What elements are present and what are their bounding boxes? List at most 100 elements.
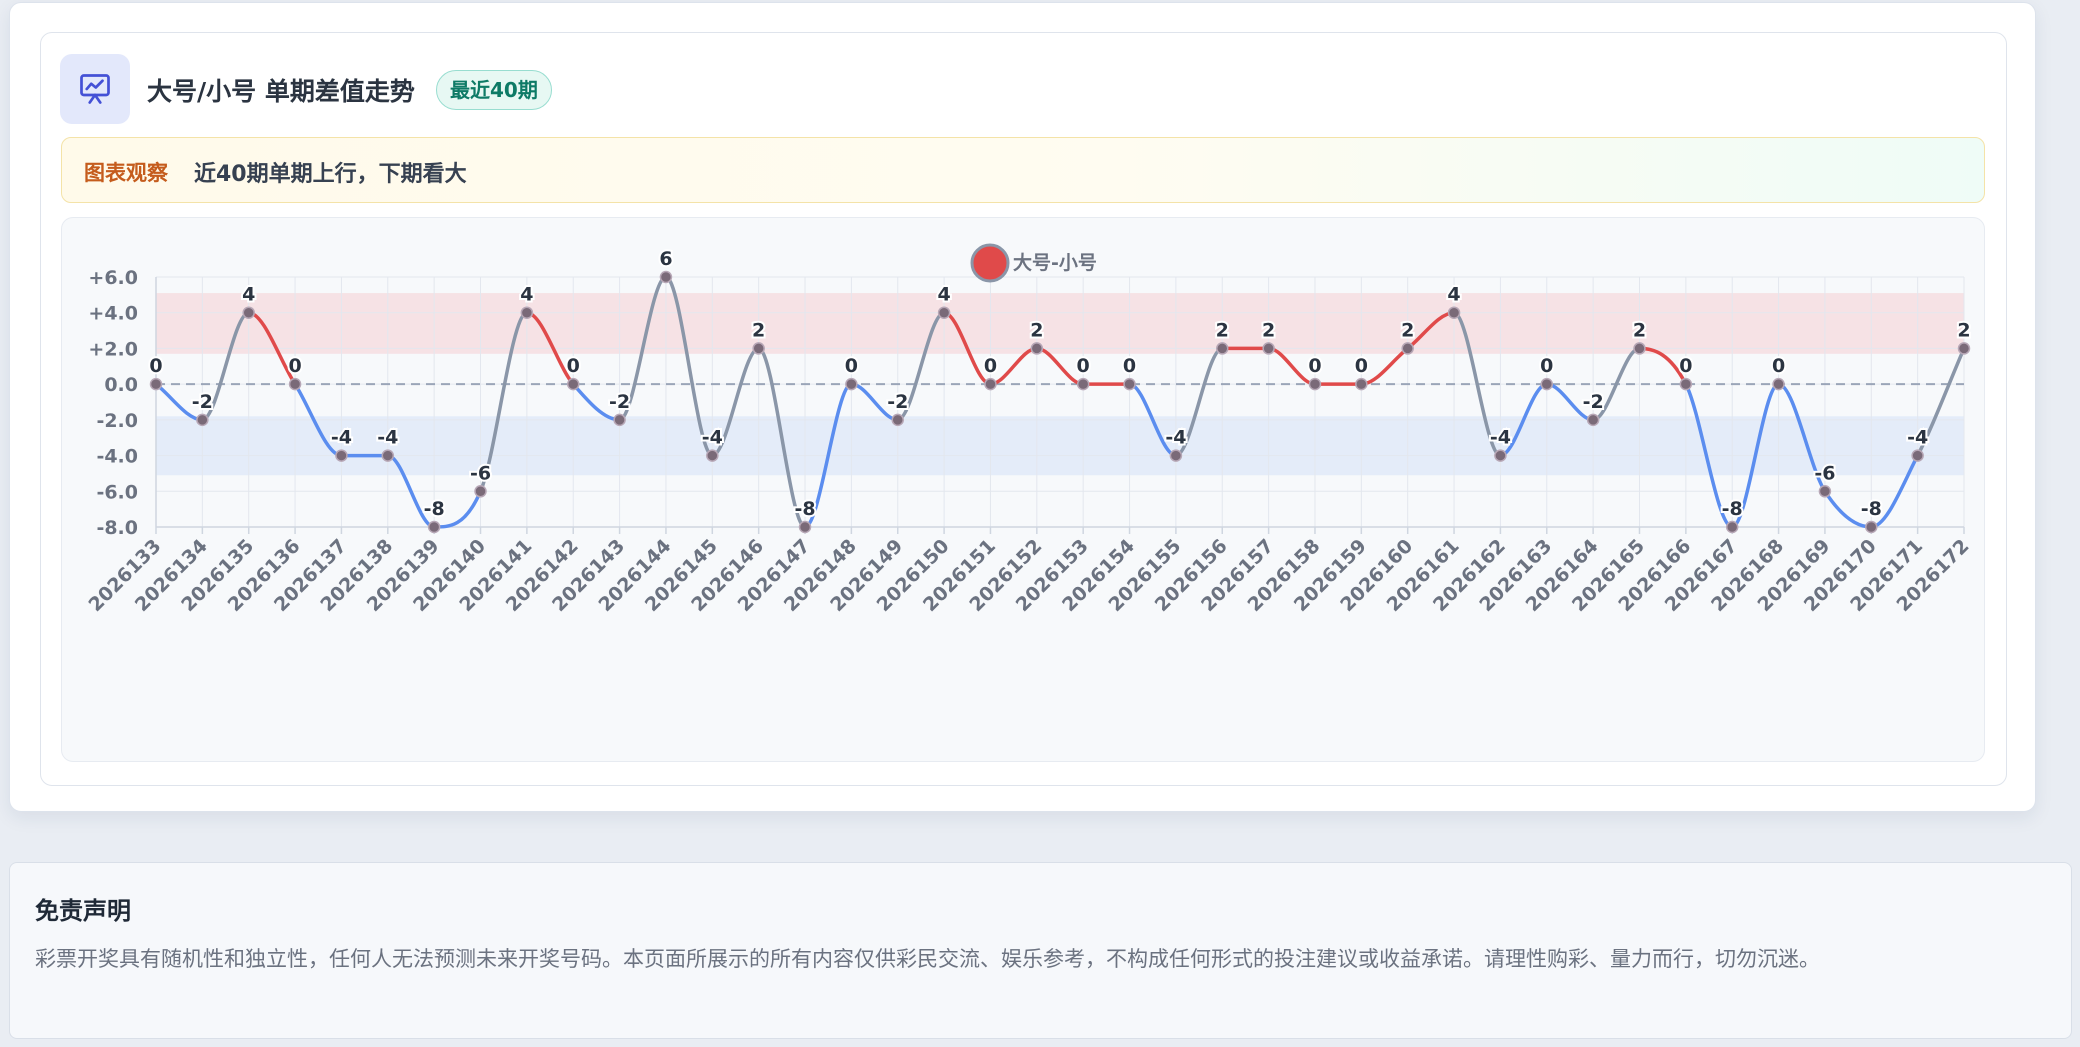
data-point (242, 306, 255, 319)
data-label: 0 (984, 355, 997, 377)
data-label: -6 (470, 462, 491, 484)
presentation-chart-icon (60, 54, 130, 124)
data-point (1679, 377, 1693, 391)
data-point (984, 377, 997, 391)
series-segment (988, 346, 1039, 386)
data-label: 0 (1077, 355, 1090, 377)
data-label: 0 (149, 355, 162, 377)
data-label: -8 (1861, 498, 1882, 520)
data-label: -4 (377, 427, 398, 449)
data-point (1540, 377, 1554, 391)
data-point (752, 342, 765, 355)
range-band (156, 293, 1964, 354)
y-tick-label: -2.0 (96, 410, 138, 432)
data-point (1076, 377, 1090, 391)
y-tick-label: -4.0 (96, 446, 138, 468)
y-tick-label: 0.0 (104, 374, 138, 396)
data-point (566, 377, 580, 391)
data-label: -8 (424, 498, 445, 520)
data-label: 0 (845, 355, 858, 377)
data-label: 2 (1401, 319, 1414, 341)
data-label: -8 (794, 498, 815, 520)
y-tick-label: -8.0 (96, 517, 138, 539)
data-point (1401, 342, 1414, 355)
data-label: -4 (1490, 427, 1511, 449)
data-label: 2 (1262, 319, 1275, 341)
data-point (1030, 342, 1044, 355)
data-label: 0 (1355, 355, 1368, 377)
data-point (1772, 377, 1785, 391)
data-point (1865, 520, 1878, 534)
period-badge: 最近40期 (436, 70, 552, 110)
legend: 大号-小号 (970, 243, 1097, 283)
data-point (798, 520, 812, 534)
data-point (1123, 377, 1136, 391)
data-point (1586, 413, 1600, 427)
data-label: -2 (1583, 391, 1604, 413)
data-label: 0 (567, 355, 580, 377)
data-point (1911, 449, 1924, 462)
data-label: 6 (659, 248, 672, 270)
data-label: 4 (520, 284, 533, 306)
chart-title: 大号/小号 单期差值走势 (147, 77, 415, 106)
observation-banner: 图表观察 近40期单期上行，下期看大 (61, 137, 1985, 203)
data-label: 0 (288, 355, 301, 377)
data-point (1169, 449, 1183, 462)
data-label: 0 (1772, 355, 1785, 377)
data-point (1447, 306, 1461, 319)
data-point (1355, 377, 1368, 391)
data-point (613, 413, 626, 427)
data-point (427, 520, 441, 534)
data-point (845, 377, 858, 391)
data-point (520, 306, 534, 319)
disclaimer-panel: 免责声明 彩票开奖具有随机性和独立性，任何人无法预测未来开奖号码。本页面所展示的… (9, 862, 2072, 1039)
data-label: -2 (609, 391, 630, 413)
data-label: -4 (1165, 427, 1186, 449)
y-tick-label: +4.0 (88, 303, 138, 325)
observation-label: 图表观察 (84, 161, 168, 185)
data-point (381, 449, 395, 462)
data-label: -8 (1722, 498, 1743, 520)
data-point (937, 306, 951, 319)
data-label: 4 (1447, 284, 1460, 306)
data-point (1494, 449, 1507, 462)
line-chart: +6.0+4.0+2.00.0-2.0-4.0-6.0-8.0202613320… (85, 243, 1974, 616)
data-point (1633, 342, 1646, 355)
data-point (1308, 377, 1322, 391)
data-label: 2 (1633, 319, 1646, 341)
data-label: 0 (1123, 355, 1136, 377)
data-label: -4 (702, 427, 723, 449)
legend-label: 大号-小号 (1013, 251, 1097, 274)
data-point (659, 270, 673, 284)
data-label: -2 (887, 391, 908, 413)
data-point (149, 377, 163, 391)
data-label: -4 (1907, 427, 1928, 449)
data-label: 2 (1030, 319, 1043, 341)
chart-panel: +6.0 +4.0 +2.0 0.0 -2.0 -4.0 -6.0 -8.0 2026133 20… (61, 217, 1985, 762)
series-segment (1359, 346, 1410, 386)
y-tick-label: -6.0 (96, 481, 138, 503)
data-label: -4 (331, 427, 352, 449)
data-point (1957, 342, 1971, 355)
data-label: -6 (1814, 462, 1835, 484)
data-point (891, 413, 904, 427)
data-point (1725, 520, 1739, 534)
data-label: 4 (242, 284, 255, 306)
disclaimer-title: 免责声明 (35, 897, 131, 925)
data-label: -2 (192, 391, 213, 413)
data-label: 2 (1957, 319, 1970, 341)
data-point (474, 485, 487, 498)
data-label: 0 (1308, 355, 1321, 377)
data-point (1262, 342, 1275, 355)
data-point (288, 377, 302, 391)
data-point (196, 413, 209, 427)
y-tick-label: +2.0 (88, 338, 138, 360)
data-label: 0 (1540, 355, 1553, 377)
disclaimer-body: 彩票开奖具有随机性和独立性，任何人无法预测未来开奖号码。本页面所展示的所有内容仅… (35, 947, 1820, 971)
data-label: 4 (937, 284, 950, 306)
data-point (1216, 342, 1229, 355)
data-label: 2 (1216, 319, 1229, 341)
observation-text: 近40期单期上行，下期看大 (194, 162, 467, 187)
trend-card: 大号/小号 单期差值走势 最近40期 图表观察 近40期单期上行，下期看大 +6… (9, 2, 2036, 812)
data-label: 2 (752, 319, 765, 341)
